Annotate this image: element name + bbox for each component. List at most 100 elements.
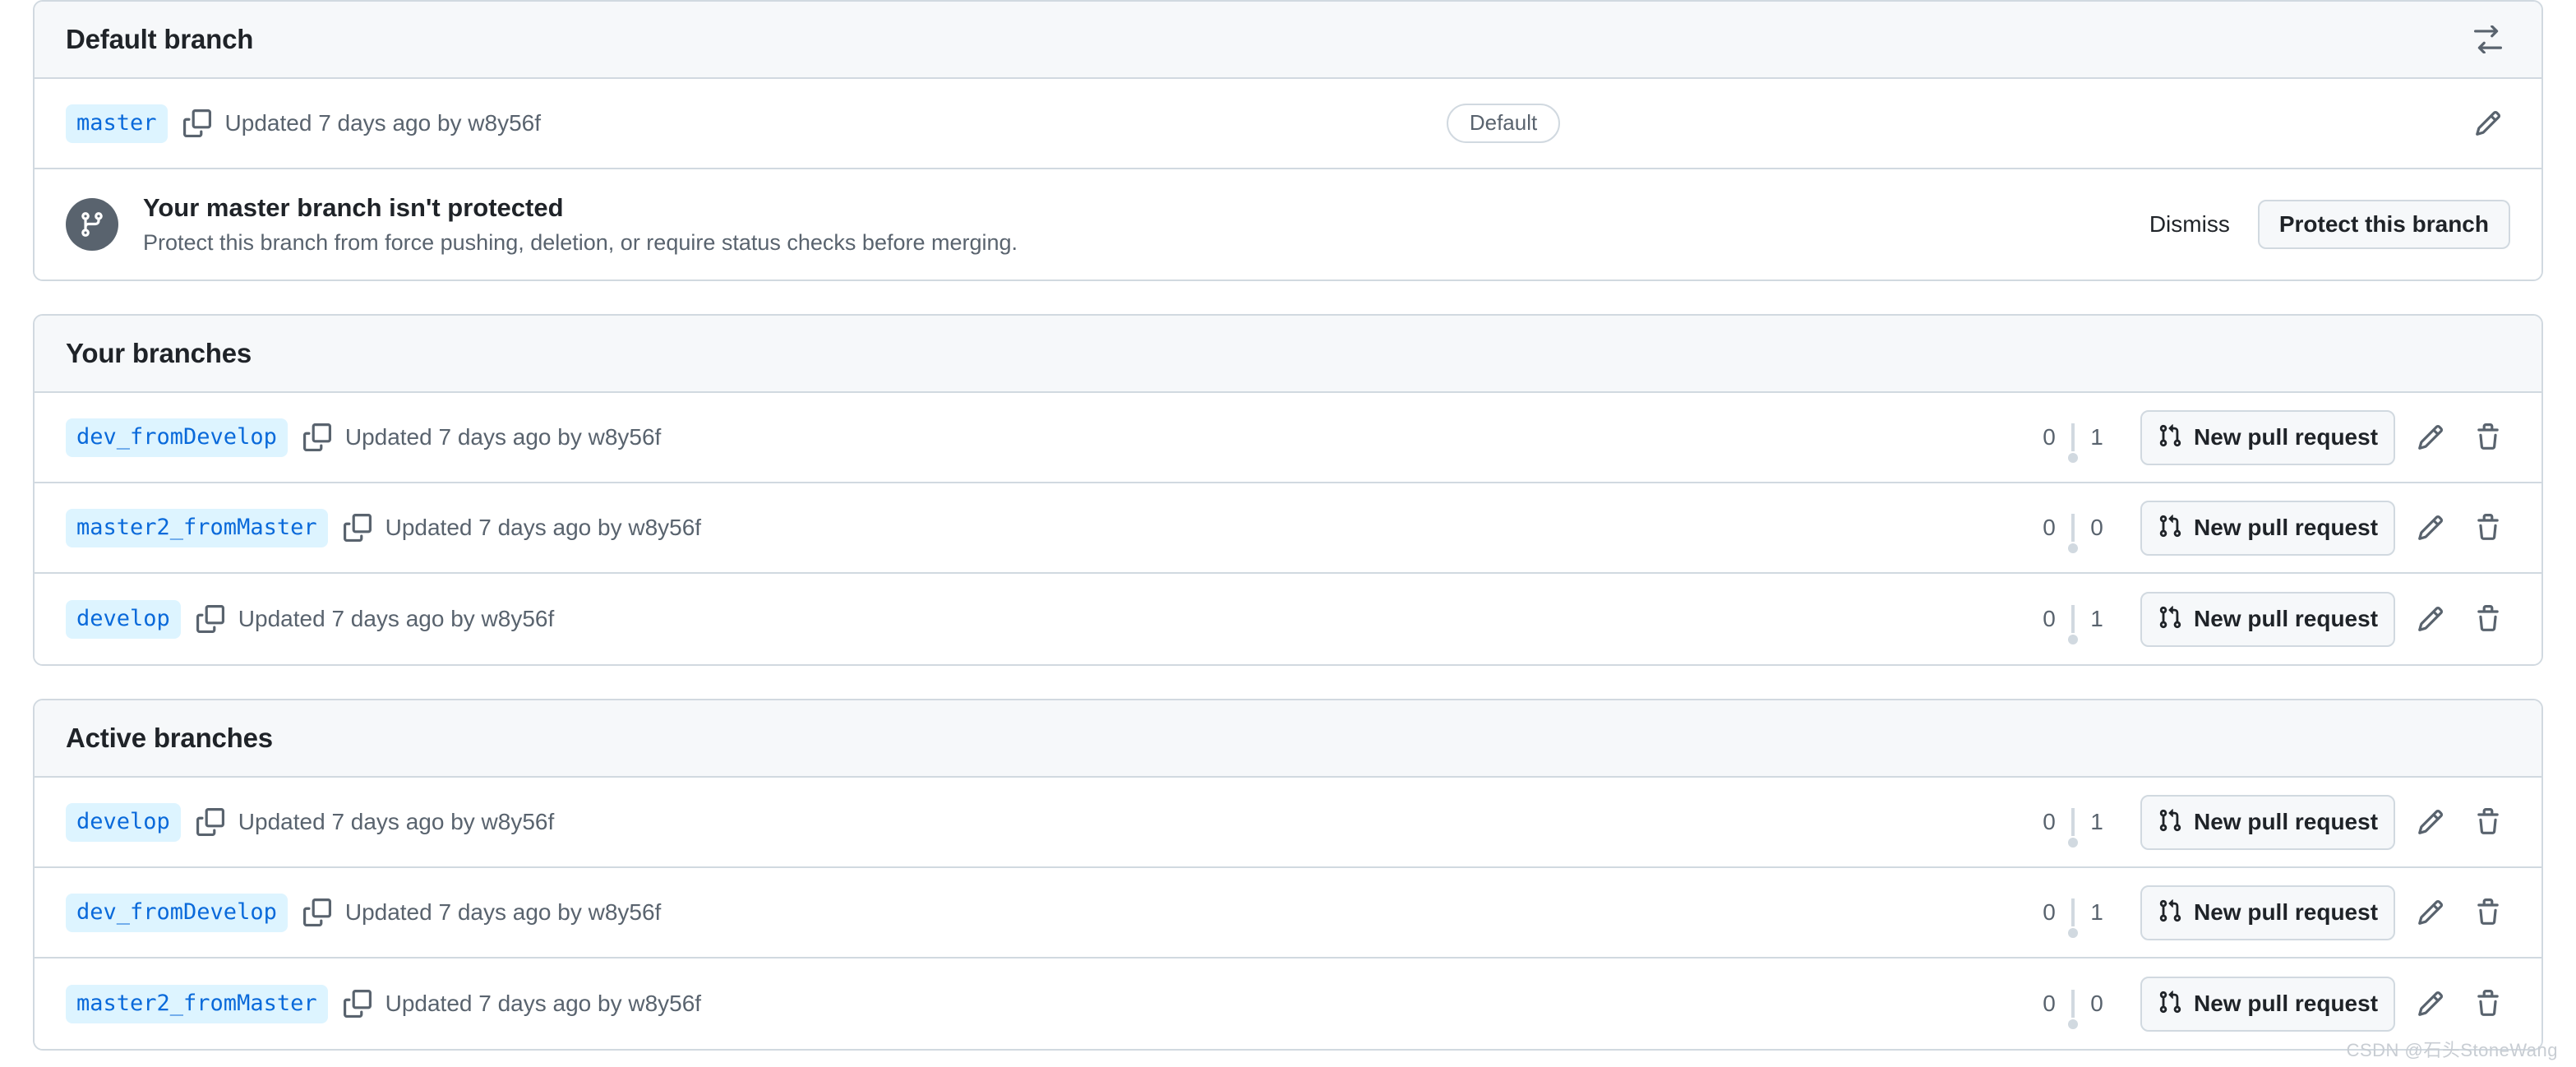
branch-updated-meta: Updated 7 days ago by w8y56f <box>344 899 662 925</box>
pencil-icon[interactable] <box>2408 800 2453 844</box>
new-pull-request-label: New pull request <box>2193 991 2379 1016</box>
active-branches-header: Active branches <box>35 700 2541 778</box>
branch-updated-meta: Updated 7 days ago by w8y56f <box>238 606 555 631</box>
copy-icon[interactable] <box>341 511 374 544</box>
row-actions: New pull request <box>2140 500 2510 556</box>
ahead-count: 0 <box>2043 424 2056 450</box>
copy-icon[interactable] <box>341 987 374 1020</box>
new-pull-request-button[interactable]: New pull request <box>2140 500 2395 556</box>
git-pull-request-icon <box>2158 423 2182 452</box>
behind-count: 0 <box>2090 515 2103 540</box>
copy-icon[interactable] <box>194 603 227 635</box>
git-pull-request-icon <box>2158 808 2182 837</box>
new-pull-request-label: New pull request <box>2193 424 2379 450</box>
protection-subtitle: Protect this branch from force pushing, … <box>143 229 1018 255</box>
branch-updated-meta: Updated 7 days ago by w8y56f <box>224 110 542 136</box>
behind-count: 1 <box>2090 606 2103 631</box>
behind-count: 0 <box>2090 991 2103 1016</box>
new-pull-request-button[interactable]: New pull request <box>2140 409 2395 465</box>
copy-icon[interactable] <box>301 896 334 929</box>
ahead-behind-indicator: 0 0 <box>2038 990 2107 1029</box>
table-row: master Updated 7 days ago by w8y56f Defa… <box>35 79 2541 169</box>
table-row: develop Updated 7 days ago by w8y56f 0 1… <box>35 574 2541 664</box>
your-branches-card: Your branches dev_fromDevelop Updated 7 … <box>33 314 2543 666</box>
default-branch-card: Default branch master Updated 7 days ago… <box>33 0 2543 281</box>
branch-protection-banner: Your master branch isn't protected Prote… <box>35 169 2541 279</box>
trash-icon[interactable] <box>2466 800 2510 844</box>
branch-updated-meta: Updated 7 days ago by w8y56f <box>385 991 702 1016</box>
new-pull-request-button[interactable]: New pull request <box>2140 794 2395 850</box>
ahead-behind-indicator: 0 1 <box>2038 808 2107 848</box>
ahead-count: 0 <box>2043 991 2056 1016</box>
branch-name-chip[interactable]: develop <box>66 599 181 639</box>
row-actions: New pull request <box>2140 794 2510 850</box>
branch-updated-meta: Updated 7 days ago by w8y56f <box>385 515 702 540</box>
branch-name-chip[interactable]: dev_fromDevelop <box>66 418 288 457</box>
behind-count: 1 <box>2090 809 2103 834</box>
status-badge: Default <box>1446 104 1561 143</box>
copy-icon[interactable] <box>301 421 334 454</box>
trash-icon[interactable] <box>2466 597 2510 641</box>
default-branch-header: Default branch <box>35 2 2541 79</box>
copy-icon[interactable] <box>194 806 227 838</box>
branch-name-chip[interactable]: master <box>66 104 168 143</box>
arrow-switch-icon[interactable] <box>2466 17 2510 62</box>
your-branches-header: Your branches <box>35 316 2541 393</box>
table-row: master2_fromMaster Updated 7 days ago by… <box>35 483 2541 574</box>
branch-updated-meta: Updated 7 days ago by w8y56f <box>344 424 662 450</box>
ahead-behind-indicator: 0 1 <box>2038 605 2107 644</box>
row-actions: New pull request <box>2140 409 2510 465</box>
ahead-count: 0 <box>2043 515 2056 540</box>
section-title: Your branches <box>66 338 252 368</box>
git-pull-request-icon <box>2158 898 2182 927</box>
pencil-icon[interactable] <box>2408 506 2453 550</box>
row-actions: New pull request <box>2140 591 2510 647</box>
protection-text-block: Your master branch isn't protected Prote… <box>143 193 1018 256</box>
pencil-icon[interactable] <box>2408 597 2453 641</box>
git-branch-icon <box>66 198 118 251</box>
new-pull-request-button[interactable]: New pull request <box>2140 591 2395 647</box>
ahead-behind-divider <box>2068 605 2078 644</box>
behind-count: 1 <box>2090 424 2103 450</box>
git-pull-request-icon <box>2158 990 2182 1018</box>
behind-count: 1 <box>2090 899 2103 925</box>
trash-icon[interactable] <box>2466 506 2510 550</box>
branch-name-chip[interactable]: dev_fromDevelop <box>66 893 288 932</box>
trash-icon[interactable] <box>2466 890 2510 935</box>
pencil-icon[interactable] <box>2408 890 2453 935</box>
pencil-icon[interactable] <box>2408 415 2453 460</box>
trash-icon[interactable] <box>2466 982 2510 1026</box>
copy-icon[interactable] <box>181 107 214 140</box>
ahead-behind-divider <box>2068 423 2078 463</box>
ahead-count: 0 <box>2043 899 2056 925</box>
trash-icon[interactable] <box>2466 415 2510 460</box>
section-title: Active branches <box>66 723 273 753</box>
branch-name-chip[interactable]: develop <box>66 802 181 842</box>
row-actions: New pull request <box>2140 885 2510 940</box>
new-pull-request-button[interactable]: New pull request <box>2140 885 2395 940</box>
page-title: Default branch <box>66 24 254 54</box>
git-pull-request-icon <box>2158 605 2182 634</box>
new-pull-request-label: New pull request <box>2193 515 2379 540</box>
branches-page: Default branch master Updated 7 days ago… <box>0 0 2576 1067</box>
new-pull-request-label: New pull request <box>2193 899 2379 925</box>
new-pull-request-label: New pull request <box>2193 809 2379 834</box>
branch-name-chip[interactable]: master2_fromMaster <box>66 508 328 547</box>
ahead-behind-indicator: 0 1 <box>2038 423 2107 463</box>
protection-title: Your master branch isn't protected <box>143 192 564 222</box>
table-row: dev_fromDevelop Updated 7 days ago by w8… <box>35 393 2541 483</box>
new-pull-request-button[interactable]: New pull request <box>2140 976 2395 1032</box>
ahead-behind-divider <box>2068 808 2078 848</box>
pencil-icon[interactable] <box>2466 101 2510 146</box>
branch-name-chip[interactable]: master2_fromMaster <box>66 984 328 1023</box>
protect-this-branch-button[interactable]: Protect this branch <box>2257 200 2510 249</box>
branch-updated-meta: Updated 7 days ago by w8y56f <box>238 809 555 834</box>
table-row: master2_fromMaster Updated 7 days ago by… <box>35 958 2541 1049</box>
ahead-behind-divider <box>2068 898 2078 938</box>
table-row: dev_fromDevelop Updated 7 days ago by w8… <box>35 868 2541 958</box>
active-branches-card: Active branches develop Updated 7 days a… <box>33 699 2543 1051</box>
table-row: develop Updated 7 days ago by w8y56f 0 1… <box>35 778 2541 868</box>
row-actions: New pull request <box>2140 976 2510 1032</box>
pencil-icon[interactable] <box>2408 982 2453 1026</box>
dismiss-button[interactable]: Dismiss <box>2149 211 2230 238</box>
